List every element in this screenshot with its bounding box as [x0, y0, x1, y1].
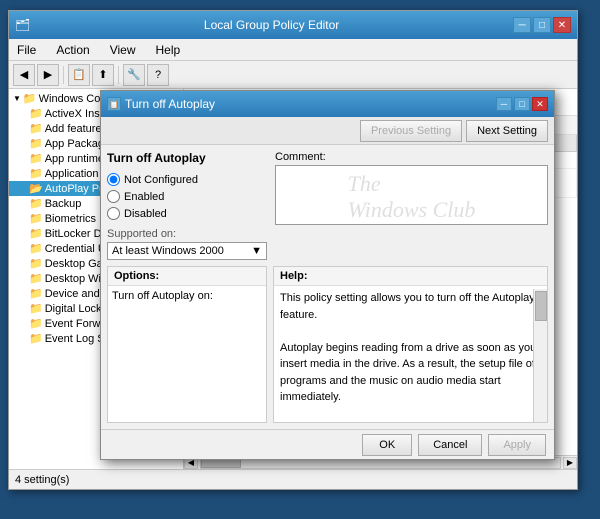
- folder-icon: 📁: [29, 287, 43, 300]
- minimize-button[interactable]: ─: [513, 17, 531, 33]
- dialog-setting-section: Turn off Autoplay Not Configured Enabled…: [107, 151, 267, 260]
- status-bar: 4 setting(s): [9, 469, 577, 489]
- dialog-close-button[interactable]: ✕: [532, 97, 548, 111]
- main-toolbar: ◀ ▶ 📋 ⬆ 🔧 ?: [9, 61, 577, 89]
- folder-icon: 📁: [29, 212, 43, 225]
- menu-action[interactable]: Action: [52, 41, 93, 59]
- up-button[interactable]: ⬆: [92, 64, 114, 86]
- supported-label: Supported on:: [107, 228, 267, 240]
- dialog-bottom-section: Options: Turn off Autoplay on: Help: Thi…: [107, 266, 548, 423]
- dialog-comment-section: Comment: TheWindows Club: [275, 151, 548, 260]
- radio-group: Not Configured Enabled Disabled: [107, 173, 267, 220]
- dialog-title-controls: ─ □ ✕: [496, 97, 548, 111]
- properties-button[interactable]: 🔧: [123, 64, 145, 86]
- help-scrollbar[interactable]: [533, 289, 547, 422]
- folder-icon: 📁: [29, 227, 43, 240]
- radio-enabled[interactable]: Enabled: [107, 190, 267, 203]
- dialog-footer: OK Cancel Apply: [101, 429, 554, 459]
- folder-icon: 📁: [29, 152, 43, 165]
- dialog-toolbar: Previous Setting Next Setting: [101, 117, 554, 145]
- supported-section: Supported on: At least Windows 2000 ▼: [107, 228, 267, 260]
- dialog-window: 📋 Turn off Autoplay ─ □ ✕ Previous Setti…: [100, 90, 555, 460]
- dialog-icon: 📋: [107, 97, 121, 111]
- dropdown-arrow-icon: ▼: [251, 245, 262, 257]
- help-panel: Help: This policy setting allows you to …: [273, 266, 548, 423]
- folder-icon: 📁: [29, 317, 43, 330]
- comment-textarea[interactable]: [275, 165, 548, 225]
- previous-setting-button[interactable]: Previous Setting: [360, 120, 462, 142]
- dialog-content: Turn off Autoplay Not Configured Enabled…: [101, 145, 554, 429]
- main-window-title: Local Group Policy Editor: [30, 18, 513, 32]
- dialog-title-bar: 📋 Turn off Autoplay ─ □ ✕: [101, 91, 554, 117]
- main-title-bar: 🗂 Local Group Policy Editor ─ □ ✕: [9, 11, 577, 39]
- cancel-button[interactable]: Cancel: [418, 434, 482, 456]
- apply-button[interactable]: Apply: [488, 434, 546, 456]
- toolbar-separator: [63, 66, 64, 84]
- show-hide-button[interactable]: 📋: [68, 64, 90, 86]
- radio-disabled[interactable]: Disabled: [107, 207, 267, 220]
- folder-icon: 📁: [29, 122, 43, 135]
- ok-button[interactable]: OK: [362, 434, 412, 456]
- maximize-button[interactable]: □: [533, 17, 551, 33]
- options-header: Options:: [108, 267, 266, 286]
- forward-button[interactable]: ▶: [37, 64, 59, 86]
- help-button[interactable]: ?: [147, 64, 169, 86]
- options-body: Turn off Autoplay on:: [108, 286, 266, 422]
- dialog-minimize-button[interactable]: ─: [496, 97, 512, 111]
- help-body: This policy setting allows you to turn o…: [274, 286, 547, 422]
- root-arrow: ▼: [13, 94, 21, 103]
- root-folder-icon: 📁: [23, 92, 37, 105]
- folder-icon: 📁: [29, 242, 43, 255]
- comment-label: Comment:: [275, 151, 548, 163]
- folder-icon: 📁: [29, 332, 43, 345]
- folder-icon: 📁: [29, 137, 43, 150]
- folder-icon: 📁: [29, 107, 43, 120]
- title-bar-controls: ─ □ ✕: [513, 17, 571, 33]
- scroll-right-arrow[interactable]: ▶: [563, 457, 577, 469]
- options-panel: Options: Turn off Autoplay on:: [107, 266, 267, 423]
- radio-enabled-input[interactable]: [107, 190, 120, 203]
- dialog-setting-name: Turn off Autoplay: [107, 151, 267, 165]
- menu-bar: File Action View Help: [9, 39, 577, 61]
- close-button[interactable]: ✕: [553, 17, 571, 33]
- help-scroll-thumb[interactable]: [535, 291, 547, 321]
- radio-not-configured-input[interactable]: [107, 173, 120, 186]
- help-header: Help:: [274, 267, 547, 286]
- folder-icon: 📁: [29, 272, 43, 285]
- radio-disabled-input[interactable]: [107, 207, 120, 220]
- menu-help[interactable]: Help: [152, 41, 185, 59]
- supported-value: At least Windows 2000 ▼: [107, 242, 267, 260]
- dialog-title: Turn off Autoplay: [125, 97, 215, 111]
- dialog-maximize-button[interactable]: □: [514, 97, 530, 111]
- status-text: 4 setting(s): [15, 474, 69, 486]
- folder-icon-selected: 📂: [29, 182, 43, 195]
- dialog-top-section: Turn off Autoplay Not Configured Enabled…: [107, 151, 548, 260]
- folder-icon: 📁: [29, 257, 43, 270]
- back-button[interactable]: ◀: [13, 64, 35, 86]
- radio-not-configured[interactable]: Not Configured: [107, 173, 267, 186]
- menu-view[interactable]: View: [106, 41, 140, 59]
- toolbar-separator-2: [118, 66, 119, 84]
- main-window-icon: 🗂: [15, 18, 30, 32]
- folder-icon: 📁: [29, 167, 43, 180]
- menu-file[interactable]: File: [13, 41, 40, 59]
- next-setting-button[interactable]: Next Setting: [466, 120, 548, 142]
- folder-icon: 📁: [29, 197, 43, 210]
- folder-icon: 📁: [29, 302, 43, 315]
